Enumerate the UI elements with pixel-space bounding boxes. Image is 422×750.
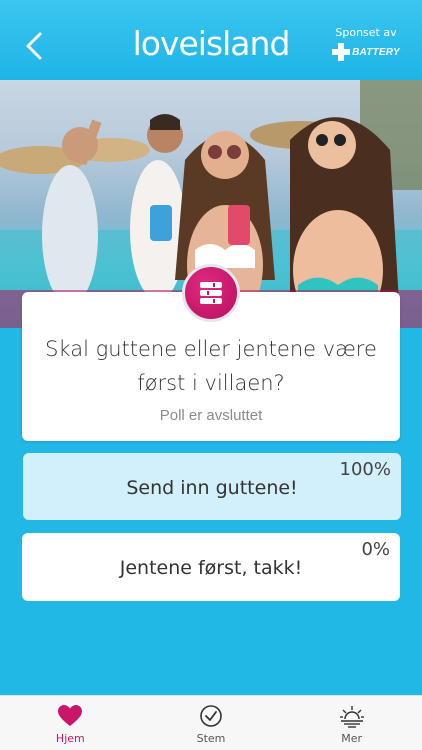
heart-icon (58, 705, 83, 726)
sponsor-block: Sponset av BATTERY (330, 26, 402, 61)
tab-hjem[interactable]: Hjem (0, 696, 141, 750)
tab-stem[interactable]: Stem (141, 696, 282, 750)
check-circle-icon (200, 705, 222, 727)
battery-plus-icon (332, 43, 351, 61)
tab-label: Hjem (55, 732, 85, 745)
sunset-icon (339, 706, 364, 728)
poll-option-1[interactable]: 100% Send inn guttene! (23, 453, 401, 520)
poll-status: Poll er avsluttet (159, 407, 263, 424)
tab-label: Stem (196, 732, 226, 745)
tab-mer[interactable]: Mer (281, 696, 422, 750)
tab-label: Mer (341, 732, 363, 745)
logo-island: island (197, 24, 291, 63)
poll-option-2[interactable]: 0% Jentene først, takk! (22, 533, 400, 601)
app-header: loveisland Sponset av BATTERY (0, 0, 422, 80)
tab-bar: Hjem Stem Mer (0, 695, 422, 750)
option-label: Send inn guttene! (126, 477, 298, 499)
poll-list-icon (200, 282, 222, 304)
sponsor-brand-name: BATTERY (352, 46, 400, 58)
sponsor-logo: BATTERY (330, 43, 402, 61)
poll-badge (182, 264, 240, 322)
poll-question: Skal guttene eller jentene være først i … (45, 337, 377, 395)
sponsor-label: Sponset av (335, 26, 397, 39)
logo-love: love (132, 24, 199, 63)
option-label: Jentene først, takk! (119, 557, 303, 579)
